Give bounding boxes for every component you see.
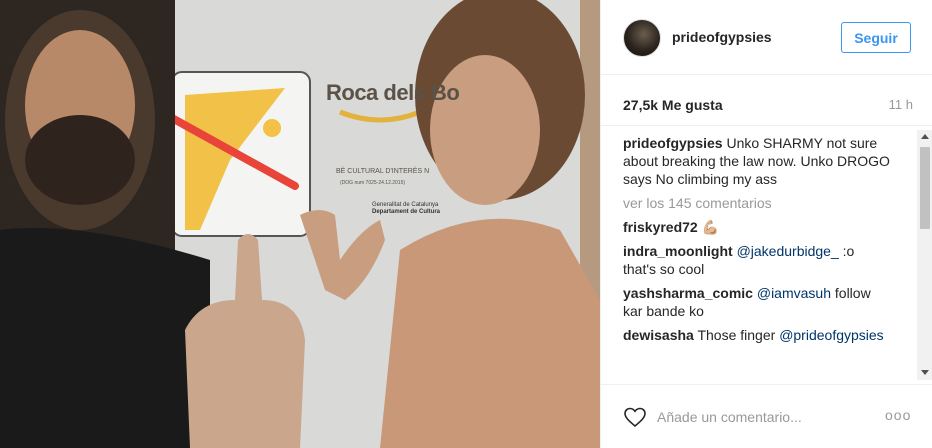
like-count[interactable]: 27,5k Me gusta [623,97,723,113]
comment-username[interactable]: yashsharma_comic [623,285,753,301]
comment-input[interactable] [657,405,857,429]
comment-mention[interactable]: @jakedurbidge_ [737,243,839,259]
sign-title: Roca dels Bo [326,80,460,105]
comments-list[interactable]: prideofgypsies Unko SHARMY not sure abou… [601,125,932,380]
comment-item: dewisasha Those finger @prideofgypsies [623,326,891,344]
author-username[interactable]: prideofgypsies [672,29,772,45]
heart-icon[interactable] [623,405,647,429]
comment-text: 💪🏼 [697,219,720,235]
sign-generalitat-line2: Departament de Cultura [372,209,441,215]
view-all-comments-link[interactable]: ver los 145 comentarios [623,194,891,212]
sign-generalitat-line1: Generalitat de Catalunya [372,202,439,208]
comment-item: yashsharma_comic @iamvasuh follow kar ba… [623,284,891,320]
comments-content: prideofgypsies Unko SHARMY not sure abou… [623,134,891,350]
comment-username[interactable]: dewisasha [623,327,694,343]
sign-subtitle: BÈ CULTURAL D'INTERÈS N [336,168,430,175]
post-stats: 27,5k Me gusta 11 h [623,97,913,115]
comment-username[interactable]: indra_moonlight [623,243,733,259]
more-options-icon[interactable]: ooo [885,407,913,427]
comment-username[interactable]: friskyred72 [623,219,698,235]
scroll-up-arrow-icon[interactable] [921,134,929,139]
photo-illustration [0,0,600,448]
comment-item: friskyred72 💪🏼 [623,218,891,236]
post-sidebar: prideofgypsies Seguir 27,5k Me gusta 11 … [600,0,932,448]
comment-mention[interactable]: @prideofgypsies [779,327,884,343]
comment-item: indra_moonlight @jakedurbidge_ :o that's… [623,242,891,278]
scroll-down-arrow-icon[interactable] [921,370,929,375]
follow-button[interactable]: Seguir [841,22,911,53]
comments-scrollbar[interactable] [917,130,932,380]
comment-mention[interactable]: @iamvasuh [757,285,831,301]
sign-decree: (DOG num 7025-24.12.2015) [340,180,406,186]
scrollbar-thumb[interactable] [920,147,930,229]
sign-generalitat: Generalitat de Catalunya Departament de … [372,202,440,216]
post-time[interactable]: 11 h [889,97,913,112]
post-photo[interactable]: Roca dels Bo BÈ CULTURAL D'INTERÈS N (DO… [0,0,600,448]
comment-bar: ooo [601,384,932,448]
caption: prideofgypsies Unko SHARMY not sure abou… [623,134,891,188]
comment-text: Those finger [693,327,780,343]
post-header: prideofgypsies Seguir [601,0,932,75]
avatar[interactable] [623,19,661,57]
caption-username[interactable]: prideofgypsies [623,135,723,151]
